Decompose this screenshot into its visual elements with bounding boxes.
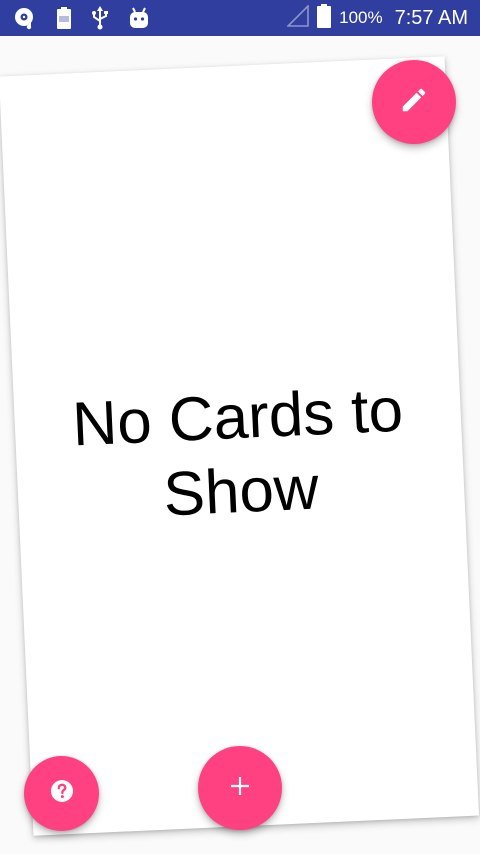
plus-icon — [229, 775, 251, 802]
clock: 7:57 AM — [394, 6, 468, 29]
system-status: 100% 7:57 AM — [286, 3, 468, 33]
notification-icons — [14, 6, 287, 30]
question-icon — [50, 779, 74, 808]
status-bar: 100% 7:57 AM — [0, 0, 480, 36]
signal-icon — [286, 3, 309, 32]
android-icon — [128, 6, 150, 30]
pencil-icon — [399, 85, 429, 120]
edit-button[interactable] — [372, 60, 456, 144]
battery-icon — [317, 3, 332, 33]
swipe-card[interactable]: No Cards to Show — [0, 56, 480, 836]
battery-saver-icon — [56, 6, 72, 30]
usb-icon — [90, 6, 110, 30]
help-button[interactable] — [24, 756, 99, 831]
empty-state-message: No Cards to Show — [70, 375, 405, 530]
battery-percent: 100% — [339, 8, 383, 27]
add-card-button[interactable] — [198, 746, 282, 830]
music-disc-icon — [14, 6, 38, 30]
